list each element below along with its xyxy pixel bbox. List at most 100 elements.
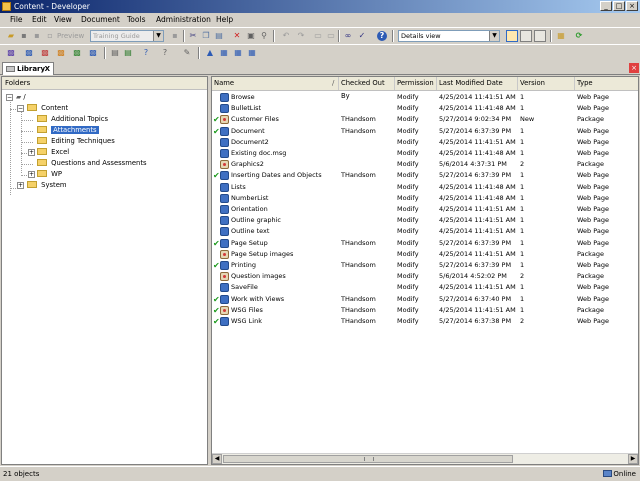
tree-node-excel[interactable]: + Excel bbox=[28, 147, 69, 158]
table-row[interactable]: ✔ Printing THandsom Modify 5/27/2014 6:37:39… bbox=[212, 260, 638, 271]
binoculars-icon[interactable]: ∞ bbox=[343, 31, 353, 41]
tree-node-wp[interactable]: + WP bbox=[28, 169, 62, 180]
tab-library[interactable]: Library X bbox=[2, 62, 54, 75]
tree-node-system[interactable]: + System bbox=[17, 180, 67, 191]
publish-icon[interactable]: ▪ bbox=[170, 31, 180, 41]
find-icon[interactable]: ⚲ bbox=[259, 31, 269, 41]
outdent-icon[interactable]: ▭ bbox=[313, 31, 323, 41]
table-row[interactable]: Outline graphic Modify 4/25/2014 11:41:51 … bbox=[212, 215, 638, 226]
scroll-left-icon[interactable]: ◀ bbox=[212, 454, 222, 464]
copy-icon[interactable]: ❐ bbox=[201, 31, 211, 41]
refresh-icon[interactable]: ⟳ bbox=[574, 31, 584, 41]
expand-icon[interactable]: + bbox=[28, 171, 35, 178]
indent-icon[interactable]: ▭ bbox=[326, 31, 336, 41]
preview-icon[interactable]: ▫ bbox=[45, 31, 55, 41]
menu-administration[interactable]: Administration bbox=[156, 15, 211, 25]
new-section-icon[interactable]: ▩ bbox=[24, 48, 34, 58]
table-row[interactable]: SaveFile Modify 4/25/2014 11:41:51 AM 1 Web … bbox=[212, 282, 638, 293]
check-in-icon[interactable]: ▤ bbox=[123, 48, 133, 58]
export-icon[interactable]: ▦ bbox=[233, 48, 243, 58]
link-icon[interactable]: ▤ bbox=[110, 48, 120, 58]
table-row[interactable]: ✔ Customer Files THandsom Modify 5/27/2014 9… bbox=[212, 114, 638, 125]
collapse-icon[interactable]: − bbox=[17, 105, 24, 112]
redo-icon[interactable]: ↷ bbox=[296, 31, 306, 41]
minimize-button[interactable]: _ bbox=[600, 1, 612, 11]
column-last-modified[interactable]: Last Modified Date bbox=[437, 77, 518, 90]
table-row[interactable]: Orientation Modify 4/25/2014 11:41:51 AM 1 W… bbox=[212, 204, 638, 215]
menu-view[interactable]: View bbox=[54, 15, 72, 25]
table-row[interactable]: Page Setup images Modify 4/25/2014 11:41:5… bbox=[212, 249, 638, 260]
expand-icon[interactable]: + bbox=[17, 182, 24, 189]
menu-document[interactable]: Document bbox=[81, 15, 120, 25]
table-row[interactable]: ✔ WSG Files THandsom Modify 4/25/2014 11:41:… bbox=[212, 305, 638, 316]
paste-icon[interactable]: ▤ bbox=[214, 31, 224, 41]
edit-icon[interactable]: ✎ bbox=[182, 48, 192, 58]
table-row[interactable]: Browse Modify 4/25/2014 11:41:51 AM 1 Web Pa… bbox=[212, 92, 638, 103]
undo-icon[interactable]: ↶ bbox=[281, 31, 291, 41]
help-icon[interactable]: ? bbox=[377, 31, 387, 41]
new-question-icon[interactable]: ▩ bbox=[88, 48, 98, 58]
guide-combo[interactable]: Training Guide ▼ bbox=[90, 30, 164, 42]
move-up-icon[interactable]: ▲ bbox=[205, 48, 215, 58]
column-type[interactable]: Type bbox=[575, 77, 638, 90]
table-row[interactable]: ✔ Work with Views THandsom Modify 5/27/2014 … bbox=[212, 294, 638, 305]
save-icon[interactable]: ▪ bbox=[19, 31, 29, 41]
tree-node-questions[interactable]: Questions and Assessments bbox=[37, 158, 147, 169]
details-view-icon[interactable] bbox=[506, 30, 518, 42]
new-topic-icon[interactable]: ▩ bbox=[40, 48, 50, 58]
menu-help[interactable]: Help bbox=[216, 15, 233, 25]
table-row[interactable]: ✔ Document THandsom Modify 5/27/2014 6:37:39… bbox=[212, 126, 638, 137]
new-webpage-icon[interactable]: ▩ bbox=[72, 48, 82, 58]
table-row[interactable]: Question images Modify 5/6/2014 4:52:02 PM… bbox=[212, 271, 638, 282]
delete-icon[interactable]: ✕ bbox=[232, 31, 242, 41]
save-all-icon[interactable]: ▪ bbox=[32, 31, 42, 41]
package-icon bbox=[220, 160, 229, 170]
column-version[interactable]: Version bbox=[518, 77, 575, 90]
tab-close-icon[interactable]: X bbox=[45, 63, 50, 75]
menu-edit[interactable]: Edit bbox=[32, 15, 47, 25]
close-pane-icon[interactable]: × bbox=[629, 63, 639, 73]
column-checked-out-by[interactable]: Checked Out By bbox=[339, 77, 395, 100]
maximize-button[interactable]: □ bbox=[613, 1, 625, 11]
scroll-right-icon[interactable]: ▶ bbox=[628, 454, 638, 464]
table-row[interactable]: ✔ Inserting Dates and Objects THandsom Modi… bbox=[212, 170, 638, 181]
split-view-icon[interactable] bbox=[520, 30, 532, 42]
table-row[interactable]: ✔ Page Setup THandsom Modify 5/27/2014 6:37:… bbox=[212, 238, 638, 249]
rename-icon[interactable]: ▣ bbox=[246, 31, 256, 41]
table-row[interactable]: Existing doc.msg Modify 4/25/2014 11:41:48… bbox=[212, 148, 638, 159]
properties-icon[interactable]: ▦ bbox=[556, 31, 566, 41]
open-folder-icon[interactable]: ▰ bbox=[6, 31, 16, 41]
menu-tools[interactable]: Tools bbox=[127, 15, 145, 25]
horizontal-scrollbar[interactable]: ◀ ▶ bbox=[212, 453, 638, 464]
preview-button[interactable]: Preview bbox=[57, 30, 84, 42]
tree-node-root[interactable]: − ▰ / bbox=[6, 92, 26, 103]
table-row[interactable]: Document2 Modify 4/25/2014 11:41:51 AM 1 Web… bbox=[212, 137, 638, 148]
table-row[interactable]: Lists Modify 4/25/2014 11:41:48 AM 1 Web Pag… bbox=[212, 182, 638, 193]
new-package-icon[interactable]: ▩ bbox=[56, 48, 66, 58]
menu-file[interactable]: File bbox=[10, 15, 23, 25]
import-icon[interactable]: ▦ bbox=[219, 48, 229, 58]
column-name[interactable]: Name bbox=[212, 77, 339, 90]
new-module-icon[interactable]: ▩ bbox=[6, 48, 16, 58]
cut-icon[interactable]: ✂ bbox=[188, 31, 198, 41]
tree-node-editing-techniques[interactable]: Editing Techniques bbox=[37, 136, 115, 147]
close-window-button[interactable]: × bbox=[626, 1, 638, 11]
table-row[interactable]: BulletList Modify 4/25/2014 11:41:48 AM 1 We… bbox=[212, 103, 638, 114]
table-row[interactable]: ✔ WSG Link THandsom Modify 5/27/2014 6:37:38… bbox=[212, 316, 638, 327]
spellcheck-icon[interactable]: ✓ bbox=[357, 31, 367, 41]
table-row[interactable]: NumberList Modify 4/25/2014 11:41:48 AM 1 We… bbox=[212, 193, 638, 204]
collapse-icon[interactable]: − bbox=[6, 94, 13, 101]
tree-node-attachments[interactable]: Attachments bbox=[37, 125, 99, 136]
share-icon[interactable]: ▦ bbox=[247, 48, 257, 58]
column-permission[interactable]: Permission bbox=[395, 77, 437, 90]
table-row[interactable]: Outline text Modify 4/25/2014 11:41:51 AM 1… bbox=[212, 226, 638, 237]
scroll-thumb[interactable] bbox=[223, 455, 513, 463]
tree-node-content[interactable]: − Content bbox=[17, 103, 68, 114]
question-dropdown-icon[interactable]: ? bbox=[160, 48, 170, 58]
assessment-icon[interactable]: ? bbox=[141, 48, 151, 58]
view-combo[interactable]: Details view ▼ bbox=[398, 30, 500, 42]
outline-view-icon[interactable] bbox=[534, 30, 546, 42]
expand-icon[interactable]: + bbox=[28, 149, 35, 156]
tree-node-additional-topics[interactable]: Additional Topics bbox=[37, 114, 108, 125]
table-row[interactable]: Graphics2 Modify 5/6/2014 4:37:31 PM 2 Packa… bbox=[212, 159, 638, 170]
